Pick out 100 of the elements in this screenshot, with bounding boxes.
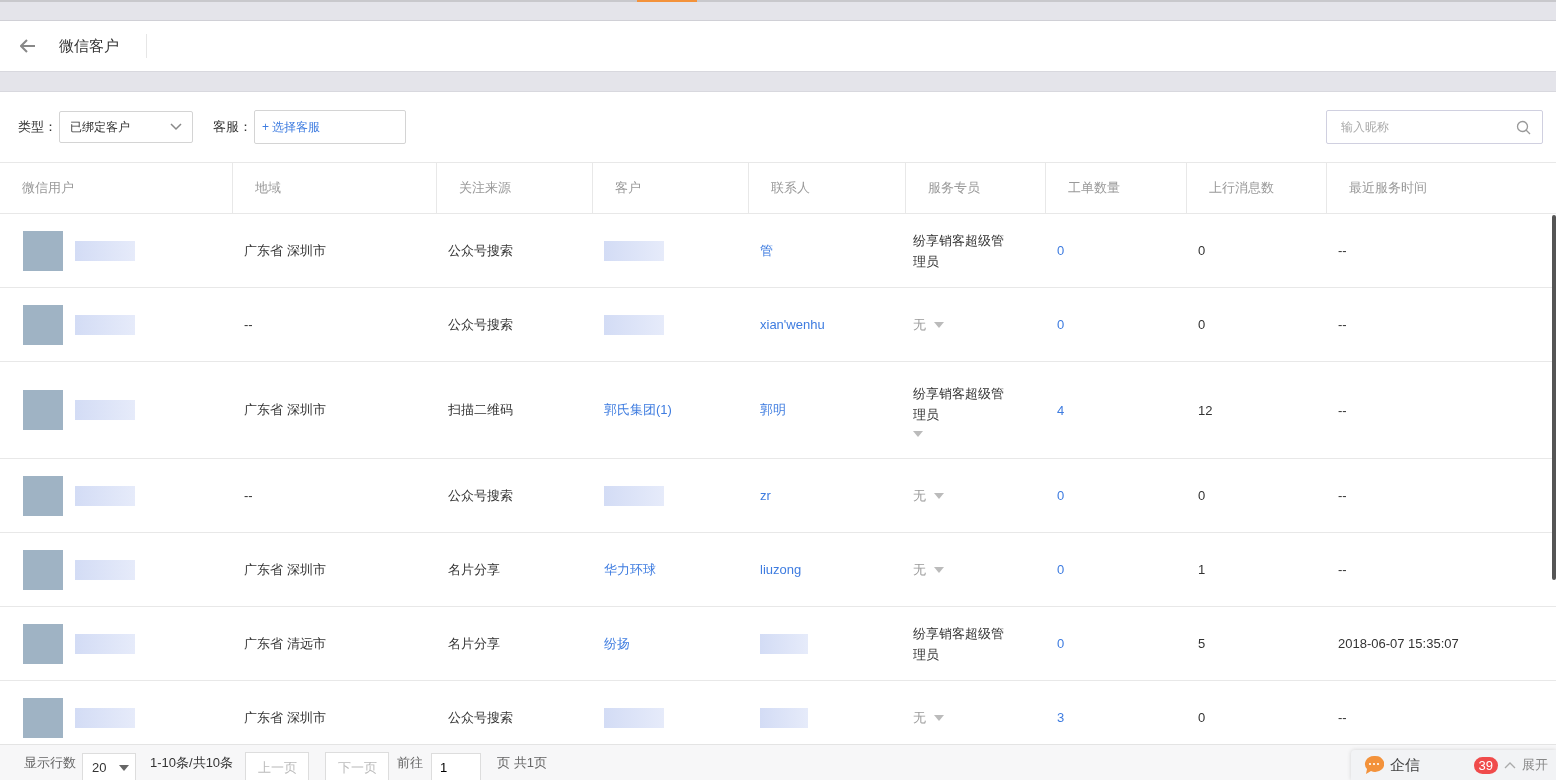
range-text: 1-10条/共10条 — [150, 753, 234, 772]
table-cell-text: 公众号搜索 — [447, 315, 514, 334]
table-cell-text: 公众号搜索 — [447, 486, 514, 505]
order-count-link[interactable]: 0 — [1057, 562, 1065, 577]
order-count-link[interactable]: 3 — [1057, 710, 1065, 725]
table-cell-text: -- — [243, 488, 254, 503]
customer-link[interactable]: 华力环球 — [604, 561, 656, 577]
column-header: 服务专员 — [905, 163, 1045, 213]
avatar-photo-placeholder — [23, 697, 63, 738]
order-count-link[interactable]: 0 — [1057, 243, 1065, 258]
table-cell-text: -- — [1337, 562, 1348, 577]
page-size-select[interactable]: 20 — [82, 752, 136, 780]
chevron-up-icon — [1504, 761, 1516, 769]
chevron-down-icon — [170, 123, 182, 131]
contact-link[interactable]: 郭明 — [760, 402, 786, 417]
contact-link[interactable]: 管 — [760, 242, 773, 258]
rows-label: 显示行数 — [24, 753, 76, 772]
column-header: 客户 — [592, 163, 748, 213]
agent-name: 纷享销客超级管理员 — [913, 624, 1005, 664]
agent-name: 纷享销客超级管理员 — [913, 385, 1005, 424]
blurred-nickname — [75, 485, 135, 506]
table-cell-text: 0 — [1197, 488, 1207, 503]
table-cell-text: 广东省 清远市 — [243, 634, 327, 653]
table-cell-text: 名片分享 — [447, 560, 501, 579]
column-header: 微信用户 — [21, 179, 75, 197]
blurred-nickname — [75, 633, 135, 654]
page-input[interactable]: 1 — [431, 752, 482, 780]
table-cell-text: -- — [1337, 243, 1348, 258]
caret-down-icon[interactable] — [934, 714, 944, 721]
back-arrow-icon[interactable] — [20, 39, 36, 53]
agent-name: 无 — [913, 561, 926, 579]
table-cell-text: 扫描二维码 — [447, 401, 514, 419]
table-cell-text: -- — [1337, 317, 1348, 332]
caret-down-icon[interactable] — [934, 566, 944, 573]
blurred-nickname — [75, 559, 135, 580]
blurred-contact — [760, 707, 808, 728]
table-cell-text: 5 — [1197, 636, 1207, 651]
contact-link[interactable]: xian'wenhu — [760, 317, 825, 332]
search-icon — [1516, 120, 1531, 135]
chat-title: 企信 — [1390, 755, 1420, 775]
blurred-customer — [604, 485, 664, 506]
table-cell-text: 广东省 深圳市 — [243, 241, 327, 260]
avatar-photo-placeholder — [23, 549, 63, 590]
order-count-link[interactable]: 0 — [1057, 317, 1065, 332]
column-header: 最近服务时间 — [1326, 163, 1556, 213]
caret-down-icon[interactable] — [934, 321, 944, 328]
total-pages-text: 页 共1页 — [497, 753, 547, 772]
table-cell-text: 0 — [1197, 317, 1207, 332]
blurred-customer — [604, 707, 664, 728]
table-cell-text: 公众号搜索 — [447, 708, 514, 727]
table-cell-text: 0 — [1197, 710, 1207, 725]
unread-badge: 39 — [1473, 756, 1498, 774]
caret-down-icon — [119, 764, 129, 771]
table-cell-text: -- — [1337, 710, 1348, 725]
agent-name: 无 — [913, 487, 926, 505]
caret-down-icon[interactable] — [913, 431, 923, 437]
blurred-nickname — [75, 707, 135, 728]
table-cell-text: 广东省 深圳市 — [243, 560, 327, 579]
blurred-nickname — [75, 314, 135, 335]
search-field[interactable]: 输入昵称 — [1326, 110, 1543, 144]
contact-link[interactable]: liuzong — [760, 562, 802, 577]
table-cell-text: 广东省 深圳市 — [243, 401, 327, 419]
order-count-link[interactable]: 0 — [1057, 488, 1065, 503]
column-header: 地域 — [232, 163, 436, 213]
table-cell-text: 公众号搜索 — [447, 241, 514, 260]
contact-link[interactable]: zr — [760, 488, 771, 503]
table-cell-text: -- — [243, 317, 254, 332]
table-cell-text: -- — [1337, 402, 1348, 418]
chat-bubble-icon — [1364, 755, 1384, 775]
blurred-contact — [760, 633, 808, 654]
table-cell-text: 名片分享 — [447, 634, 501, 653]
blurred-nickname — [75, 240, 135, 261]
table-cell-text: -- — [1337, 488, 1348, 503]
order-count-link[interactable]: 4 — [1057, 402, 1065, 418]
caret-down-icon[interactable] — [934, 492, 944, 499]
table-cell-text: 1 — [1197, 562, 1207, 577]
page-title: 微信客户 — [59, 36, 119, 56]
select-agent-button[interactable]: + 选择客服 — [254, 110, 406, 144]
customer-link[interactable]: 纷扬 — [604, 635, 630, 651]
table-cell-text: 0 — [1197, 243, 1207, 258]
table-cell-text: 12 — [1197, 402, 1214, 418]
agent-name: 纷享销客超级管理员 — [913, 231, 1005, 271]
column-header: 关注来源 — [436, 163, 592, 213]
scrollbar[interactable] — [1552, 215, 1556, 580]
type-label: 类型： — [18, 118, 57, 136]
agent-label: 客服： — [213, 118, 252, 136]
blurred-customer — [604, 314, 664, 335]
type-select[interactable]: 已绑定客户 — [59, 111, 193, 143]
agent-name: 无 — [913, 709, 926, 727]
avatar-photo-placeholder — [23, 390, 63, 430]
customer-link[interactable]: 郭氏集团(1) — [604, 402, 672, 417]
column-header: 联系人 — [748, 163, 905, 213]
avatar-photo-placeholder — [23, 304, 63, 345]
avatar-photo-placeholder — [23, 475, 63, 516]
expand-text: 展开 — [1522, 756, 1548, 774]
column-header: 上行消息数 — [1186, 163, 1326, 213]
chat-widget[interactable]: 企信 39 展开 — [1351, 750, 1556, 780]
order-count-link[interactable]: 0 — [1057, 636, 1065, 651]
table-cell-text: 广东省 深圳市 — [243, 708, 327, 727]
blurred-nickname — [75, 400, 135, 420]
